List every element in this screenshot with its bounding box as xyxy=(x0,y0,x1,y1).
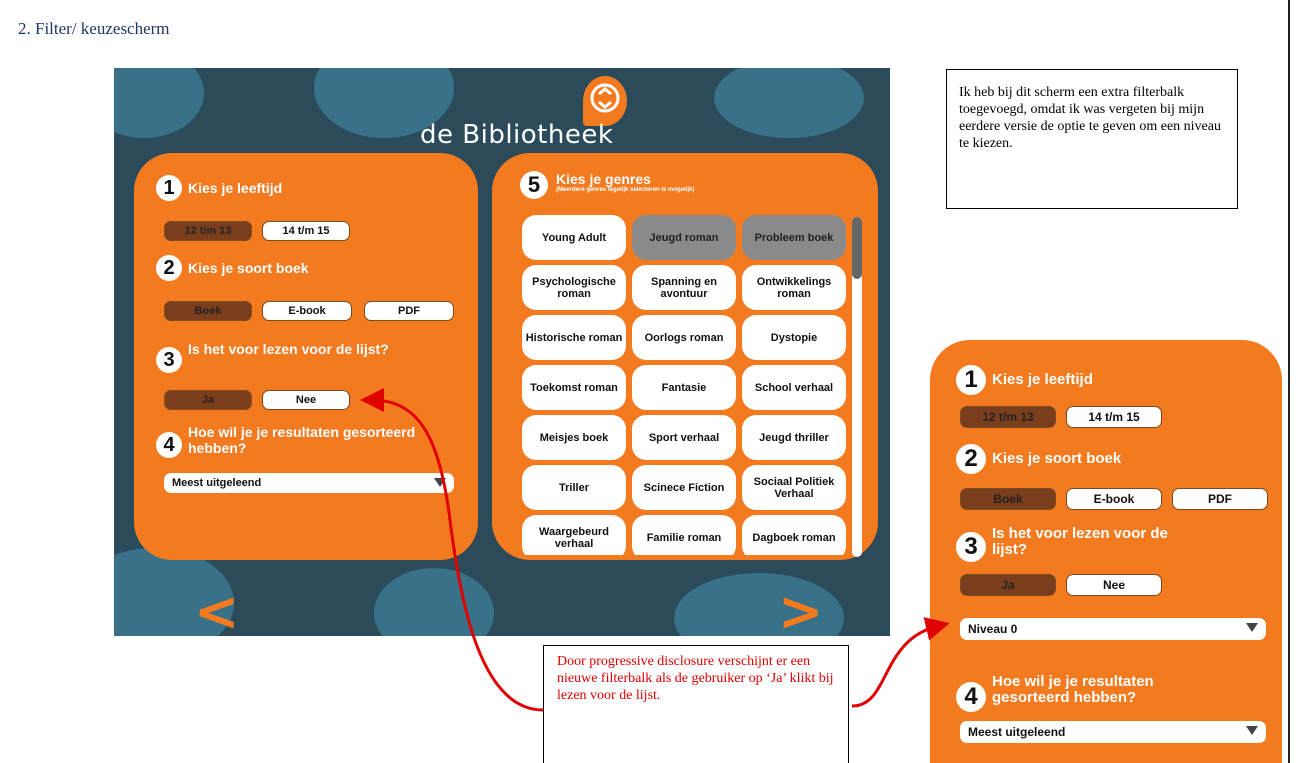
arrow-to-ja-option xyxy=(360,388,544,712)
arrow-to-niveau-filter xyxy=(851,617,950,708)
annotation-arrows xyxy=(360,388,950,712)
